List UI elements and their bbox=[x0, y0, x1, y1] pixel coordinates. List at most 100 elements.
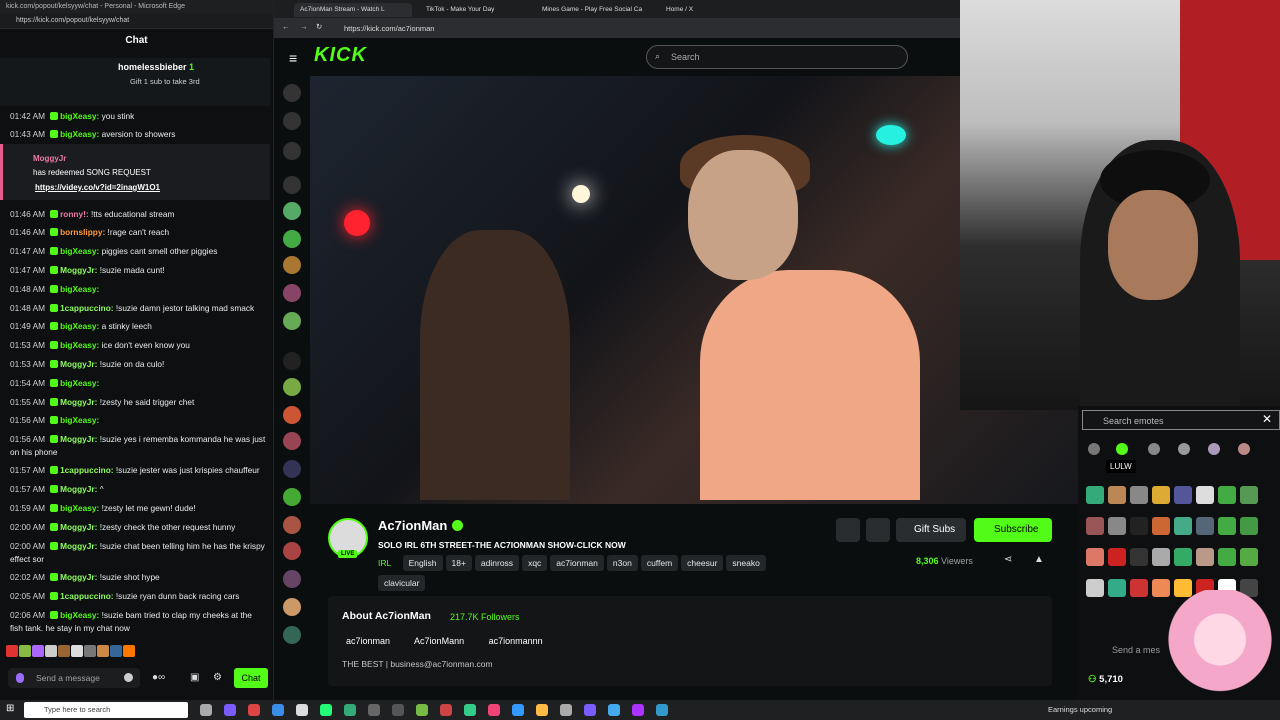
channel-avatar[interactable] bbox=[283, 202, 301, 220]
tab-kick[interactable]: Ac7ionMan Stream - Watch L bbox=[294, 3, 412, 17]
message-user[interactable]: bigXeasy: bbox=[60, 284, 99, 294]
message-user[interactable]: MoggyJr: bbox=[60, 434, 97, 444]
menu-icon[interactable]: ≡ bbox=[289, 50, 297, 66]
stream-tag[interactable]: sneako bbox=[726, 555, 766, 571]
stream-tag[interactable]: n3on bbox=[606, 555, 638, 571]
message-user[interactable]: 1cappuccino: bbox=[60, 465, 113, 475]
message-user[interactable]: bigXeasy: bbox=[60, 415, 99, 425]
following-icon[interactable] bbox=[283, 142, 301, 160]
emote-send-input[interactable]: Send a mes bbox=[1088, 640, 1168, 660]
subscribe-button[interactable]: Subscribe bbox=[974, 518, 1052, 542]
emoji-icon[interactable] bbox=[124, 673, 133, 682]
message-user[interactable]: bigXeasy: bbox=[60, 503, 99, 513]
stream-tag[interactable]: cheesur bbox=[681, 555, 724, 571]
emote-category-row[interactable] bbox=[1088, 441, 1274, 457]
stream-tag[interactable]: adinross bbox=[474, 555, 520, 571]
browse-icon[interactable] bbox=[283, 112, 301, 130]
message-user[interactable]: MoggyJr: bbox=[60, 484, 97, 494]
close-icon[interactable]: ✕ bbox=[1262, 412, 1272, 426]
message-user[interactable]: bornslippy: bbox=[60, 227, 105, 237]
mic-icon[interactable] bbox=[16, 673, 24, 683]
stream-tag[interactable]: English bbox=[402, 555, 443, 571]
taskbar-app-icon[interactable] bbox=[320, 704, 332, 716]
stream-tag[interactable]: 18+ bbox=[445, 555, 472, 571]
message-user[interactable]: bigXeasy: bbox=[60, 111, 99, 121]
stream-tag[interactable]: xqc bbox=[522, 555, 548, 571]
share-icon[interactable]: ⋖ bbox=[1004, 554, 1012, 565]
channel-avatar[interactable] bbox=[283, 432, 301, 450]
taskbar-app-icon[interactable] bbox=[368, 704, 380, 716]
channel-avatar[interactable] bbox=[283, 516, 301, 534]
expand-icon[interactable] bbox=[283, 352, 301, 370]
category-tag[interactable]: IRL bbox=[378, 555, 397, 571]
channel-avatar[interactable] bbox=[283, 626, 301, 644]
message-user[interactable]: MoggyJr: bbox=[60, 522, 97, 532]
recent-emotes[interactable] bbox=[6, 644, 186, 662]
channel-avatar[interactable] bbox=[283, 284, 301, 302]
taskbar-app-icon[interactable] bbox=[248, 704, 260, 716]
taskbar-app-icon[interactable] bbox=[200, 704, 212, 716]
stream-tag[interactable]: clavicular bbox=[378, 575, 426, 591]
message-user[interactable]: bigXeasy: bbox=[60, 610, 99, 620]
message-user[interactable]: MoggyJr: bbox=[60, 397, 97, 407]
tab-mines[interactable]: Mines Game - Play Free Social Ca bbox=[536, 3, 648, 17]
message-user[interactable]: MoggyJr: bbox=[60, 572, 97, 582]
kick-logo[interactable]: KICK bbox=[314, 44, 367, 67]
streamer-name[interactable]: Ac7ionMan bbox=[378, 518, 447, 533]
taskbar-app-icon[interactable] bbox=[488, 704, 500, 716]
report-icon[interactable]: ▲ bbox=[1034, 554, 1044, 565]
taskbar-app-icon[interactable] bbox=[464, 704, 476, 716]
taskbar-news[interactable]: Earnings upcoming bbox=[1048, 705, 1112, 714]
channel-avatar[interactable] bbox=[283, 230, 301, 248]
forward-icon[interactable]: → bbox=[300, 22, 308, 31]
taskbar-app-icon[interactable] bbox=[560, 704, 572, 716]
gift-icon[interactable]: ▣ bbox=[190, 672, 199, 683]
notify-bell-button[interactable] bbox=[836, 518, 860, 542]
emote-search-input[interactable]: Search emotes bbox=[1082, 410, 1280, 430]
discord-link[interactable]: ac7ionmannn bbox=[489, 636, 543, 646]
taskbar-app-icon[interactable] bbox=[224, 704, 236, 716]
stream-tag[interactable]: cuffem bbox=[640, 555, 679, 571]
taskbar-app-icon[interactable] bbox=[656, 704, 668, 716]
settings-icon[interactable]: ⚙ bbox=[213, 672, 222, 683]
x-link[interactable]: Ac7ionMann bbox=[414, 636, 464, 646]
taskbar-app-icon[interactable] bbox=[272, 704, 284, 716]
channel-avatar[interactable] bbox=[283, 256, 301, 274]
address-bar[interactable]: https://kick.com/ac7ionman bbox=[344, 24, 434, 33]
taskbar-app-icon[interactable] bbox=[512, 704, 524, 716]
channel-avatar[interactable] bbox=[283, 598, 301, 616]
taskbar-app-icon[interactable] bbox=[416, 704, 428, 716]
taskbar-app-icon[interactable] bbox=[296, 704, 308, 716]
message-user[interactable]: bigXeasy: bbox=[60, 129, 99, 139]
message-user[interactable]: MoggyJr: bbox=[60, 541, 97, 551]
chat-url-bar[interactable]: https://kick.com/popout/kelsyyw/chat bbox=[0, 13, 273, 29]
channel-avatar[interactable] bbox=[283, 378, 301, 396]
taskbar-app-icon[interactable] bbox=[536, 704, 548, 716]
message-user[interactable]: ronny!: bbox=[60, 209, 89, 219]
message-user[interactable]: bigXeasy: bbox=[60, 378, 99, 388]
message-user[interactable]: bigXeasy: bbox=[60, 340, 99, 350]
follow-heart-button[interactable] bbox=[866, 518, 890, 542]
home-icon[interactable] bbox=[283, 84, 301, 102]
message-user[interactable]: 1cappuccino: bbox=[60, 303, 113, 313]
taskbar-app-icon[interactable] bbox=[344, 704, 356, 716]
heart-icon[interactable] bbox=[283, 176, 301, 194]
search-input[interactable]: Search bbox=[646, 45, 908, 69]
stream-tag[interactable]: ac7ionman bbox=[550, 555, 604, 571]
message-user[interactable]: bigXeasy: bbox=[60, 246, 99, 256]
channel-avatar[interactable] bbox=[283, 542, 301, 560]
message-user[interactable]: MoggyJr: bbox=[60, 265, 97, 275]
tab-x[interactable]: Home / X bbox=[660, 3, 772, 17]
taskbar-search[interactable]: Type here to search bbox=[24, 702, 188, 718]
tab-tiktok[interactable]: TikTok - Make Your Day bbox=[420, 3, 532, 17]
taskbar-app-icon[interactable] bbox=[440, 704, 452, 716]
channel-avatar[interactable] bbox=[283, 406, 301, 424]
gift-subs-button[interactable]: Gift Subs bbox=[896, 518, 966, 542]
redeem-link[interactable]: https://videy.co/v?id=2inagW1O1 bbox=[35, 183, 160, 192]
channel-avatar[interactable] bbox=[283, 570, 301, 588]
channel-avatar[interactable] bbox=[283, 488, 301, 506]
infinity-icon[interactable]: ●∞ bbox=[152, 672, 165, 683]
chat-send-input[interactable]: Send a message bbox=[8, 668, 140, 688]
message-user[interactable]: 1cappuccino: bbox=[60, 591, 113, 601]
instagram-link[interactable]: ac7ionman bbox=[346, 636, 390, 646]
